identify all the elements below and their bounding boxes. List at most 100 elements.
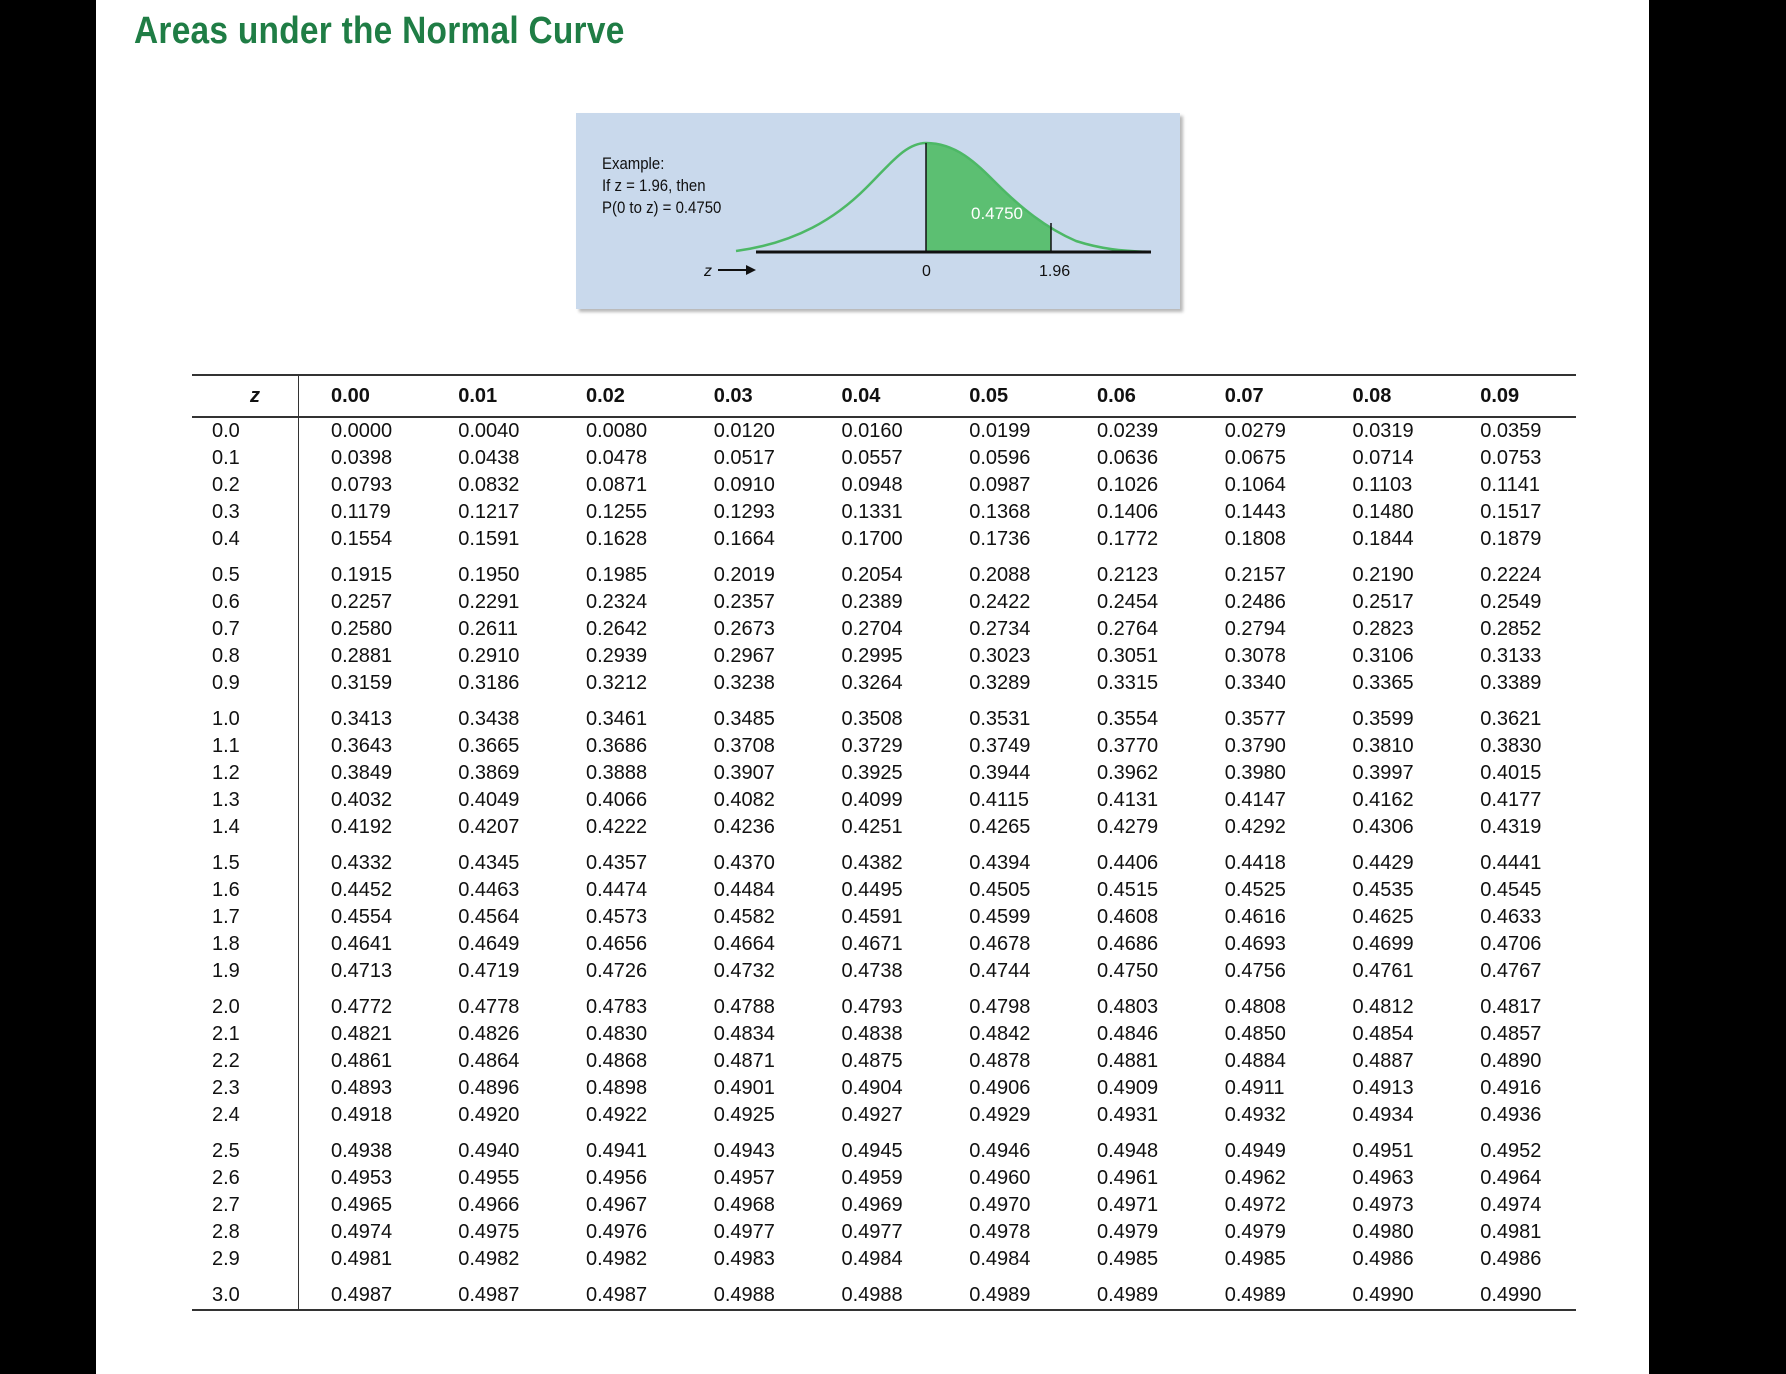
table-cell: 0.0753 [1480, 447, 1542, 469]
table-cell: 0.4406 [1097, 852, 1159, 874]
table-cell: 0.4916 [1480, 1077, 1542, 1099]
table-cell: 0.3749 [969, 735, 1031, 757]
table-cell: 0.2549 [1480, 591, 1542, 613]
table-cell: 0.2157 [1224, 564, 1286, 586]
table-cell: 0.4961 [1097, 1167, 1159, 1189]
table-cell: 0.3289 [969, 672, 1031, 694]
table-cell: 0.4962 [1224, 1167, 1286, 1189]
table-cell: 0.4988 [841, 1284, 903, 1306]
table-cell: 0.0793 [331, 474, 393, 496]
table-cell: 0.4956 [586, 1167, 648, 1189]
table-row: 0.7 0.2580 0.2611 0.2642 0.2673 0.2704 0.2734 0… [192, 616, 1576, 643]
table-cell: 0.2611 [458, 618, 518, 640]
table-row: 0.2 0.0793 0.0832 0.0871 0.0910 0.0948 0.0987 0… [192, 472, 1576, 499]
shaded-area [926, 143, 1051, 252]
table-row: 2.5 0.4938 0.4940 0.4941 0.4943 0.4945 0.4946 0… [192, 1129, 1576, 1165]
table-cell: 0.2088 [969, 564, 1031, 586]
table-cell: 0.0714 [1352, 447, 1414, 469]
table-cell: 0.4525 [1224, 879, 1286, 901]
table-cell: 0.4838 [841, 1023, 903, 1045]
table-cell: 0.4931 [1097, 1104, 1159, 1126]
table-cell: 0.3365 [1352, 672, 1414, 694]
table-cell: 0.4988 [713, 1284, 775, 1306]
table-cell: 0.4985 [1097, 1248, 1159, 1270]
table-cell: 0.2486 [1224, 591, 1286, 613]
table-cell: 0.0279 [1224, 420, 1286, 442]
table-cell: 0.4986 [1480, 1248, 1542, 1270]
table-cell: 0.0359 [1480, 420, 1542, 442]
table-cell: 0.3133 [1480, 645, 1542, 667]
header-col: 0.06 [1097, 385, 1136, 407]
table-cell: 0.4964 [1480, 1167, 1542, 1189]
table-cell: 0.4987 [331, 1284, 393, 1306]
table-cell: 0.0987 [969, 474, 1031, 496]
table-cell: 0.4332 [331, 852, 393, 874]
table-cell: 0.4131 [1097, 789, 1159, 811]
table-cell: 0.4842 [969, 1023, 1031, 1045]
table-cell: 0.4957 [713, 1167, 775, 1189]
table-cell: 0.4793 [841, 996, 903, 1018]
table-cell: 0.0199 [969, 420, 1031, 442]
table-cell: 0.4821 [331, 1023, 393, 1045]
table-cell: 0.2794 [1224, 618, 1286, 640]
table-cell: 0.4049 [458, 789, 520, 811]
page-title: Areas under the Normal Curve [134, 10, 625, 52]
table-row: 1.2 0.3849 0.3869 0.3888 0.3907 0.3925 0.3944 0… [192, 760, 1576, 787]
table-cell: 0.2224 [1480, 564, 1542, 586]
table-cell: 0.2734 [969, 618, 1031, 640]
table-cell: 0.4896 [458, 1077, 520, 1099]
table-cell: 0.4949 [1224, 1140, 1286, 1162]
table-row: 1.1 0.3643 0.3665 0.3686 0.3708 0.3729 0.3749 0… [192, 733, 1576, 760]
table-cell: 0.3599 [1352, 708, 1414, 730]
table-cell: 0.4808 [1224, 996, 1286, 1018]
table-cell: 0.4495 [841, 879, 903, 901]
table-cell: 0.4906 [969, 1077, 1031, 1099]
table-cell: 0.4505 [969, 879, 1031, 901]
table-cell: 0.3389 [1480, 672, 1542, 694]
table-cell: 0.4857 [1480, 1023, 1542, 1045]
table-cell: 0.3051 [1097, 645, 1159, 667]
table-cell: 0.4975 [458, 1221, 520, 1243]
table-row: 0.6 0.2257 0.2291 0.2324 0.2357 0.2389 0.2422 0… [192, 589, 1576, 616]
table-cell: 0.4989 [1224, 1284, 1286, 1306]
table-cell: 0.4545 [1480, 879, 1542, 901]
table-row: 0.4 0.1554 0.1591 0.1628 0.1664 0.1700 0.1736 0… [192, 526, 1576, 553]
row-z-value: 1.1 [192, 733, 299, 760]
table-row: 2.1 0.4821 0.4826 0.4830 0.4834 0.4838 0.4842 0… [192, 1021, 1576, 1048]
table-cell: 0.1700 [841, 528, 903, 550]
table-cell: 0.1772 [1097, 528, 1159, 550]
table-cell: 0.2704 [841, 618, 903, 640]
table-cell: 0.4984 [969, 1248, 1031, 1270]
table-cell: 0.1103 [1352, 474, 1413, 496]
table-cell: 0.1064 [1224, 474, 1286, 496]
table-row: 2.9 0.4981 0.4982 0.4982 0.4983 0.4984 0.4984 0… [192, 1246, 1576, 1273]
table-cell: 0.1179 [331, 501, 391, 523]
header-col: 0.05 [969, 385, 1009, 407]
table-cell: 0.4699 [1352, 933, 1414, 955]
table-cell: 0.1628 [586, 528, 648, 550]
table-cell: 0.3212 [586, 672, 648, 694]
table-cell: 0.4987 [586, 1284, 648, 1306]
table-cell: 0.4778 [458, 996, 520, 1018]
arrow-head-icon [746, 265, 756, 275]
table-cell: 0.4979 [1224, 1221, 1286, 1243]
table-cell: 0.2123 [1097, 564, 1159, 586]
table-cell: 0.3078 [1224, 645, 1286, 667]
table-cell: 0.4884 [1224, 1050, 1286, 1072]
table-cell: 0.4732 [713, 960, 775, 982]
table-cell: 0.4918 [331, 1104, 393, 1126]
table-cell: 0.4474 [586, 879, 648, 901]
table-cell: 0.4649 [458, 933, 520, 955]
table-cell: 0.4761 [1352, 960, 1414, 982]
table-header-row: z 0.00 0.01 0.02 0.03 0.04 0.05 0.06 0.0… [192, 375, 1576, 417]
table-cell: 0.4535 [1352, 879, 1414, 901]
row-z-value: 2.8 [192, 1219, 299, 1246]
table-row: 0.1 0.0398 0.0438 0.0478 0.0517 0.0557 0.0596 0… [192, 445, 1576, 472]
table-cell: 0.1915 [331, 564, 393, 586]
table-cell: 0.4162 [1352, 789, 1414, 811]
table-cell: 0.3643 [331, 735, 393, 757]
table-cell: 0.4463 [458, 879, 520, 901]
row-z-value: 2.0 [192, 985, 299, 1021]
table-row: 1.8 0.4641 0.4649 0.4656 0.4664 0.4671 0.4678 0… [192, 931, 1576, 958]
row-z-value: 0.6 [192, 589, 299, 616]
